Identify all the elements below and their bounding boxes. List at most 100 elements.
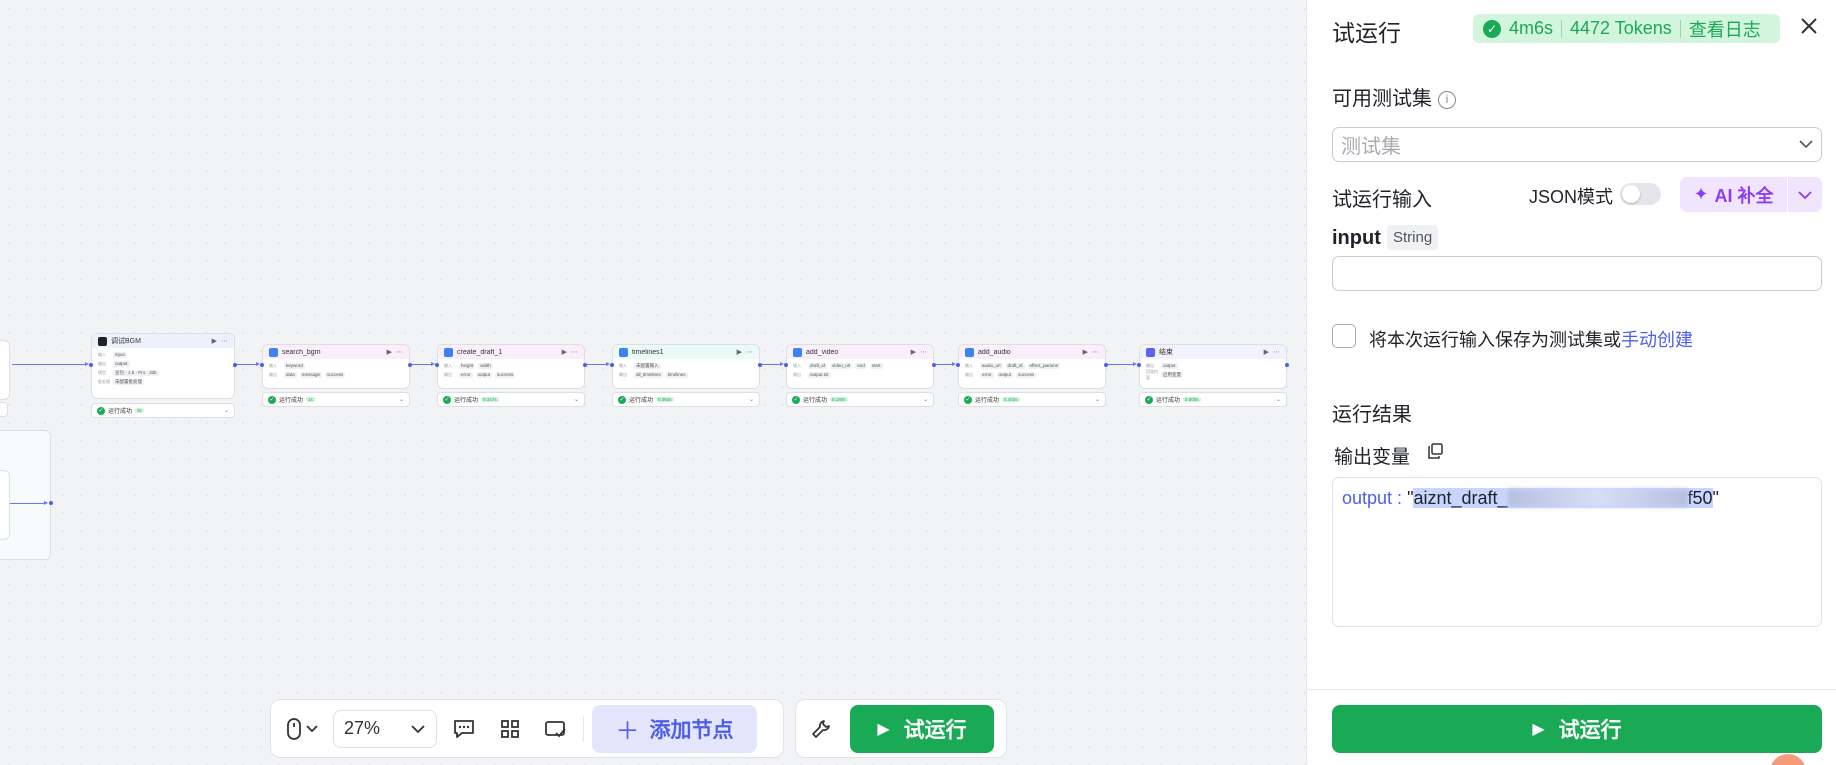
node-output-port[interactable] — [1285, 362, 1289, 367]
node-input-port[interactable] — [260, 362, 264, 367]
ai-complete-button[interactable]: ✦ AI 补全 — [1680, 182, 1787, 208]
plugin-icon — [965, 347, 974, 357]
run-input-label: 试运行输入 — [1332, 189, 1432, 211]
node-more-icon[interactable]: ⋯ — [396, 348, 403, 356]
node-input-port[interactable] — [784, 362, 788, 367]
node-header: 调试BGM ▶ ⋯ — [92, 334, 234, 348]
view-log-link[interactable]: 查看日志 — [1689, 16, 1761, 42]
node-run-icon[interactable]: ▶ — [1083, 348, 1088, 356]
workflow-edge — [936, 362, 956, 366]
node-run-status[interactable]: ✓ 运行成功 0.180s ⌄ — [786, 392, 934, 407]
node-run-status[interactable]: ✓ 运行成功 0.082s ⌄ — [612, 392, 760, 407]
workflow-node[interactable]: timelines1 ▶ ⋯ 输入 未配置输入 输出 all_timelines timeli… — [612, 344, 760, 389]
node-run-status[interactable]: ✓ 运行成功 0.402s ⌄ — [958, 392, 1106, 407]
node-run-status[interactable]: ✓ 运行成功 0.000s ⌄ — [1139, 392, 1287, 407]
node-row-key: 输入 — [269, 362, 277, 368]
plugin-icon — [619, 347, 628, 357]
node-param-pill: start — [869, 362, 883, 369]
settings-wrench-button[interactable] — [802, 710, 840, 748]
zoom-select[interactable]: 27% — [333, 709, 437, 748]
node-input-port[interactable] — [89, 362, 93, 367]
close-panel-button[interactable] — [1799, 12, 1819, 43]
info-icon[interactable]: i — [1438, 91, 1456, 109]
node-run-status[interactable]: ✓ 运行成功 0.347s ⌄ — [437, 392, 585, 407]
summary-divider — [1561, 19, 1563, 38]
run-result-label: 运行结果 — [1332, 404, 1412, 426]
node-status-label: 运行成功 — [279, 398, 304, 404]
node-body: 输出 output 回答内容 启用变量 — [1140, 359, 1286, 381]
chevron-down-icon — [1798, 191, 1812, 200]
node-body: 输入 audio_url draft_id effect_params 输出 error o… — [959, 359, 1105, 381]
workflow-node[interactable]: 结束 ▶ ⋯ 输出 output 回答内容 启用变量 — [1139, 344, 1287, 389]
node-row: 输出 output — [1146, 361, 1280, 370]
port-lower[interactable] — [49, 501, 53, 505]
workflow-canvas[interactable]: 调试BGM ▶ ⋯ 输入 input 输出 output 模型 豆包 · 1.5 · Pro ·… — [0, 0, 1306, 765]
node-header: 结束 ▶ ⋯ — [1140, 345, 1286, 359]
chevron-down-icon: ⌄ — [223, 408, 229, 414]
node-row: 输入 input — [98, 350, 228, 359]
save-as-test-set-checkbox[interactable] — [1332, 324, 1356, 348]
node-param-pill: output — [996, 371, 1014, 378]
output-viewer[interactable]: output : "aiznt_draft_ f50" — [1332, 477, 1822, 627]
partial-node-status[interactable] — [0, 402, 8, 417]
workflow-node[interactable]: add_video ▶ ⋯ 输入 draft_id video_url end start 输出… — [786, 344, 934, 389]
node-input-port[interactable] — [435, 362, 439, 367]
node-param-pill: video_url — [830, 362, 853, 369]
play-icon: ▶ — [877, 720, 890, 738]
node-more-icon[interactable]: ⋯ — [1273, 348, 1280, 356]
comment-button[interactable] — [445, 710, 483, 748]
grid-layout-icon — [501, 719, 519, 738]
test-set-placeholder: 测试集 — [1341, 136, 1401, 158]
workflow-node[interactable]: add_audio ▶ ⋯ 输入 audio_url draft_id effect_par… — [958, 344, 1106, 389]
node-run-icon[interactable]: ▶ — [737, 348, 742, 356]
node-run-status[interactable]: ✓ 运行成功 3s ⌄ — [91, 403, 235, 418]
node-more-icon[interactable]: ⋯ — [571, 348, 578, 356]
workflow-node[interactable]: search_bgm ▶ ⋯ 输入 keyword 输出 data message succes… — [262, 344, 410, 389]
node-run-status[interactable]: ✓ 运行成功 1s ⌄ — [262, 392, 410, 407]
node-more-icon[interactable]: ⋯ — [920, 348, 927, 356]
node-row: 输出 all_timelines timelines — [619, 370, 753, 379]
node-row-key: 输入 — [444, 362, 452, 368]
chevron-down-icon: ⌄ — [748, 397, 754, 403]
node-status-label: 运行成功 — [108, 409, 133, 415]
json-mode-toggle[interactable] — [1620, 183, 1661, 205]
workflow-edge — [412, 362, 435, 366]
node-run-icon[interactable]: ▶ — [562, 348, 567, 356]
ai-complete-dropdown[interactable] — [1788, 184, 1822, 205]
workflow-node[interactable]: create_draft_1 ▶ ⋯ 输入 height width 输出 error outp… — [437, 344, 585, 389]
node-input-port[interactable] — [1137, 362, 1141, 367]
node-run-icon[interactable]: ▶ — [212, 337, 217, 345]
toolbar-run-button[interactable]: ▶ 试运行 — [850, 704, 994, 753]
node-param-pill: keyword — [284, 362, 305, 369]
node-run-icon[interactable]: ▶ — [911, 348, 916, 356]
interaction-mode-button[interactable] — [279, 710, 325, 748]
node-row-key: 输入 — [619, 362, 627, 368]
node-more-icon[interactable]: ⋯ — [1092, 348, 1099, 356]
node-status-label: 运行成功 — [629, 398, 654, 404]
panel-run-button[interactable]: ▶ 试运行 — [1332, 705, 1822, 753]
node-title: timelines1 — [632, 348, 664, 356]
manual-create-link[interactable]: 手动创建 — [1621, 330, 1693, 350]
partial-node-left[interactable] — [0, 340, 10, 400]
chevron-down-icon: ⌄ — [1094, 397, 1100, 403]
node-param-pill: output — [1161, 362, 1178, 369]
input-field[interactable] — [1332, 256, 1822, 291]
auto-layout-button[interactable] — [491, 710, 529, 748]
output-quote: " — [1712, 488, 1719, 508]
minimap-icon — [545, 720, 566, 737]
node-param-pill: timelines — [665, 371, 688, 378]
node-input-port[interactable] — [610, 362, 614, 367]
add-node-button[interactable]: ＋ 添加节点 — [592, 704, 757, 753]
node-header: create_draft_1 ▶ ⋯ — [438, 345, 584, 359]
node-more-icon[interactable]: ⋯ — [221, 337, 228, 345]
node-input-port[interactable] — [956, 362, 960, 367]
workflow-node[interactable]: 调试BGM ▶ ⋯ 输入 input 输出 output 模型 豆包 · 1.5 · Pro ·… — [91, 333, 235, 399]
partial-node-lower-inner[interactable] — [0, 470, 10, 540]
node-run-icon[interactable]: ▶ — [1264, 348, 1269, 356]
copy-icon[interactable] — [1427, 443, 1443, 459]
node-run-icon[interactable]: ▶ — [387, 348, 392, 356]
test-set-select[interactable]: 测试集 — [1332, 127, 1822, 162]
minimap-button[interactable] — [537, 710, 575, 748]
json-mode-label: JSON模式 — [1529, 187, 1614, 207]
node-more-icon[interactable]: ⋯ — [746, 348, 753, 356]
